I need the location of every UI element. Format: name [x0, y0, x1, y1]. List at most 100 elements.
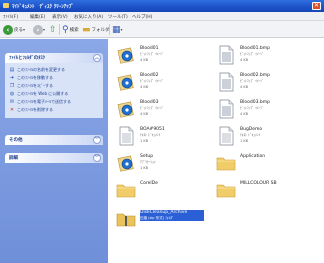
task-label: このﾌｧｲﾙを移動する: [17, 75, 53, 80]
file-name: Application: [240, 154, 266, 159]
file-item-selected[interactable]: DiskCleanup_Archive 圧縮 (zip 形式) ﾌｫﾙﾀﾞ: [116, 207, 206, 233]
back-button[interactable]: ‹ 戻る ▾: [3, 24, 27, 35]
file-type: ｱﾌﾟﾘｹｰｼｮﾝ: [140, 160, 156, 164]
file-item[interactable]: BOA#9051 ﾃｷｽﾄ ﾄﾞｷｭﾒﾝﾄ 1 KB: [116, 124, 206, 150]
menu-file[interactable]: ﾌｧｲﾙ(F): [3, 14, 18, 20]
task-rename[interactable]: ▤ このﾌｧｲﾙの名前を変更する: [9, 66, 99, 74]
file-text: Blood03.bmp ﾋﾞｯﾄﾏｯﾌﾟ ｲﾒｰｼﾞ 4 KB: [240, 100, 304, 116]
chevron-down-icon: ▾: [120, 27, 123, 32]
file-item[interactable]: Blood03.bmp ﾋﾞｯﾄﾏｯﾌﾟ ｲﾒｰｼﾞ 4 KB: [216, 97, 306, 123]
task-label: このﾌｧｲﾙを電子ﾒｰﾙで送信する: [17, 99, 71, 104]
views-button[interactable]: ▦ ▾: [112, 24, 125, 35]
file-size: 4 KB: [240, 58, 249, 62]
file-tasks-panel: ﾌｧｲﾙとﾌｫﾙﾀﾞのﾀｽｸ ︽ ▤ このﾌｧｲﾙの名前を変更する ➜ このﾌｧｲﾙ…: [5, 53, 103, 118]
file-text: Blood03 ﾋﾞｯﾄﾏｯﾌﾟ ｲﾒｰｼﾞ 4 KB: [140, 100, 204, 116]
file-type: ﾋﾞｯﾄﾏｯﾌﾟ ｲﾒｰｼﾞ: [140, 79, 164, 83]
file-item[interactable]: CorelDe: [116, 178, 206, 204]
menu-help[interactable]: ヘルプ(H): [132, 14, 152, 20]
expand-icon[interactable]: ︾: [93, 136, 101, 144]
file-text: BugDemo ﾃｷｽﾄ ﾄﾞｷｭﾒﾝﾄ 1 KB: [240, 127, 304, 143]
close-button[interactable]: ✕: [312, 2, 321, 10]
task-delete[interactable]: ✕ このﾌｧｲﾙを削除する: [9, 106, 99, 114]
details-header[interactable]: 詳細 ︾: [5, 153, 103, 163]
file-text: Blood01 ﾋﾞｯﾄﾏｯﾌﾟ ｲﾒｰｼﾞ 4 KB: [140, 46, 204, 62]
file-item[interactable]: Application: [216, 151, 306, 177]
search-icon: ⚲: [62, 24, 69, 35]
copy-icon: ❐: [9, 82, 15, 89]
image-file-icon: [116, 72, 136, 92]
task-pane: ﾌｧｲﾙとﾌｫﾙﾀﾞのﾀｽｸ ︽ ▤ このﾌｧｲﾙの名前を変更する ➜ このﾌｧｲﾙ…: [0, 39, 108, 263]
file-name: Blood02: [140, 73, 159, 78]
folder-icon: [116, 180, 136, 200]
task-publish-web[interactable]: ◍ このﾌｧｲﾙを Web に公開する: [9, 90, 99, 98]
file-size: 4 KB: [240, 85, 249, 89]
task-move[interactable]: ➜ このﾌｧｲﾙを移動する: [9, 74, 99, 82]
image-file-icon: [116, 45, 136, 65]
title-bar[interactable]: ﾏｲﾄﾞｷｭﾒﾝﾄ ﾃﾞｨｽｸ ｸﾘｰﾝｱｯﾌﾟ ✕: [0, 0, 324, 12]
task-copy[interactable]: ❐ このﾌｧｲﾙをｺﾋﾟｰする: [9, 82, 99, 90]
other-places-header[interactable]: その他 ︾: [5, 135, 103, 145]
file-type: ﾋﾞｯﾄﾏｯﾌﾟ ｲﾒｰｼﾞ: [140, 106, 164, 110]
file-tasks-header[interactable]: ﾌｧｲﾙとﾌｫﾙﾀﾞのﾀｽｸ ︽: [5, 53, 103, 63]
file-text: DiskCleanup_Archive 圧縮 (zip 形式) ﾌｫﾙﾀﾞ: [140, 210, 204, 221]
other-places-title: その他: [9, 138, 23, 143]
image-file-icon: [116, 99, 136, 119]
file-item[interactable]: Blood01 ﾋﾞｯﾄﾏｯﾌﾟ ｲﾒｰｼﾞ 4 KB: [116, 43, 206, 69]
file-size: 4 KB: [140, 58, 149, 62]
file-text: CorelDe: [140, 181, 204, 186]
up-folder-button[interactable]: ⇧: [49, 24, 57, 35]
file-size: 4 KB: [140, 85, 149, 89]
file-name: Blood03: [140, 100, 159, 105]
file-item[interactable]: MILLCOLOUR SB: [216, 178, 306, 204]
folders-label: フォルダ: [91, 27, 110, 33]
file-size: 1 KB: [140, 166, 149, 170]
file-item[interactable]: Setup ｱﾌﾟﾘｹｰｼｮﾝ 1 KB: [116, 151, 206, 177]
file-name: Blood01: [140, 46, 159, 51]
text-file-icon: [216, 126, 236, 146]
task-label: このﾌｧｲﾙを削除する: [17, 107, 53, 112]
search-label: 検索: [69, 27, 79, 33]
menu-edit[interactable]: 編集(E): [30, 14, 45, 20]
back-arrow-icon: ‹: [3, 24, 13, 35]
up-arrow-icon: ⇧: [49, 24, 57, 35]
file-type: ﾋﾞｯﾄﾏｯﾌﾟ ｲﾒｰｼﾞ: [240, 52, 264, 56]
expand-icon[interactable]: ︾: [93, 154, 101, 162]
back-label: 戻る: [14, 27, 23, 33]
file-item[interactable]: Blood02.bmp ﾋﾞｯﾄﾏｯﾌﾟ ｲﾒｰｼﾞ 4 KB: [216, 70, 306, 96]
file-item[interactable]: Blood03 ﾋﾞｯﾄﾏｯﾌﾟ ｲﾒｰｼﾞ 4 KB: [116, 97, 206, 123]
forward-button[interactable]: › ▾: [33, 24, 47, 35]
file-type: ﾃｷｽﾄ ﾄﾞｷｭﾒﾝﾄ: [140, 133, 161, 137]
file-text: Blood02 ﾋﾞｯﾄﾏｯﾌﾟ ｲﾒｰｼﾞ 4 KB: [140, 73, 204, 89]
file-text: Blood02.bmp ﾋﾞｯﾄﾏｯﾌﾟ ｲﾒｰｼﾞ 4 KB: [240, 73, 304, 89]
collapse-icon[interactable]: ︽: [93, 54, 101, 62]
toolbar: ‹ 戻る ▾ › ▾ ⇧ ⚲ 検索 ▬ フォルダ ▦ ▾: [0, 21, 324, 38]
file-size: 1 KB: [240, 139, 249, 143]
task-email[interactable]: ✉ このﾌｧｲﾙを電子ﾒｰﾙで送信する: [9, 98, 99, 106]
folder-icon: [216, 153, 236, 173]
file-item[interactable]: BugDemo ﾃｷｽﾄ ﾄﾞｷｭﾒﾝﾄ 1 KB: [216, 124, 306, 150]
menu-favorites[interactable]: お気に入り(A): [74, 14, 103, 20]
file-type: ﾋﾞｯﾄﾏｯﾌﾟ ｲﾒｰｼﾞ: [240, 106, 264, 110]
details-panel: 詳細 ︾: [5, 153, 103, 163]
file-name: CorelDe: [140, 181, 158, 186]
delete-icon: ✕: [9, 106, 15, 113]
views-icon: ▦: [112, 24, 121, 35]
task-label: このﾌｧｲﾙの名前を変更する: [17, 67, 65, 72]
folders-button[interactable]: ▬ フォルダ: [82, 24, 110, 35]
file-size: 4 KB: [140, 112, 149, 116]
globe-icon: ◍: [9, 90, 15, 97]
file-text: MILLCOLOUR SB: [240, 181, 304, 186]
menu-view[interactable]: 表示(V): [52, 14, 68, 20]
file-text: Application: [240, 154, 304, 159]
menu-tools[interactable]: ツール(T): [108, 14, 128, 20]
file-name: BugDemo: [240, 127, 263, 132]
file-item[interactable]: Blood01.bmp ﾋﾞｯﾄﾏｯﾌﾟ ｲﾒｰｼﾞ 4 KB: [216, 43, 306, 69]
search-button[interactable]: ⚲ 検索: [62, 24, 79, 35]
file-text: BOA#9051 ﾃｷｽﾄ ﾄﾞｷｭﾒﾝﾄ 1 KB: [140, 127, 204, 143]
mail-icon: ✉: [9, 98, 15, 105]
rename-icon: ▤: [9, 66, 15, 73]
task-label: このﾌｧｲﾙをｺﾋﾟｰする: [17, 83, 53, 88]
folder-icon: ▬: [82, 24, 91, 35]
task-label: このﾌｧｲﾙを Web に公開する: [17, 91, 69, 96]
file-item[interactable]: Blood02 ﾋﾞｯﾄﾏｯﾌﾟ ｲﾒｰｼﾞ 4 KB: [116, 70, 206, 96]
